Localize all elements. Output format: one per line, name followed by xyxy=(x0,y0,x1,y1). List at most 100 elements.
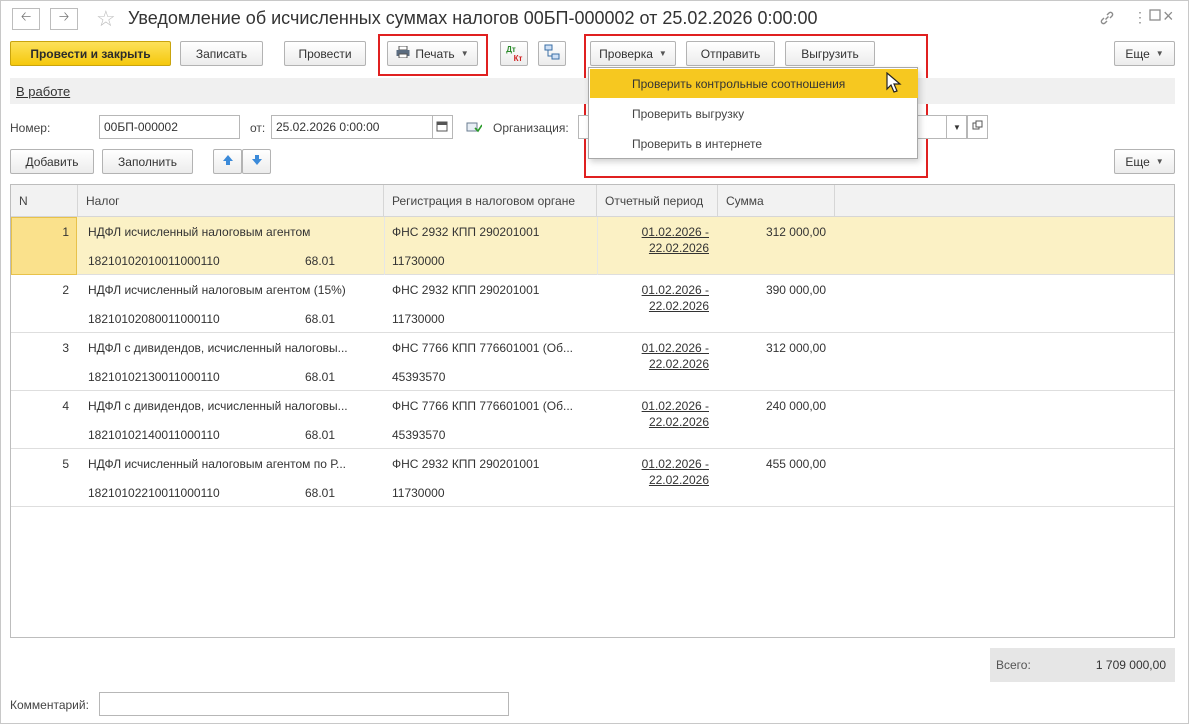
period-start[interactable]: 01.02.2026 - xyxy=(603,456,709,472)
period-start[interactable]: 01.02.2026 - xyxy=(603,398,709,414)
page-title: Уведомление об исчисленных суммах налого… xyxy=(128,8,818,28)
registration: ФНС 7766 КПП 776601001 (Об... xyxy=(392,399,573,413)
column-header-registration[interactable]: Регистрация в налоговом органе xyxy=(384,185,597,217)
period-end[interactable]: 22.02.2026 xyxy=(603,356,709,372)
account: 68.01 xyxy=(305,254,336,268)
comment-field[interactable] xyxy=(99,692,509,716)
column-header-period[interactable]: Отчетный период xyxy=(597,185,718,217)
tax-table[interactable]: N Налог Регистрация в налоговом органе О… xyxy=(10,184,1175,638)
organization-field[interactable] xyxy=(578,115,588,139)
mouse-cursor-icon xyxy=(886,71,902,97)
print-label: Печать xyxy=(415,46,455,61)
tax-name: НДФЛ с дивидендов, исчисленный налоговы.… xyxy=(88,341,348,355)
close-icon[interactable]: × xyxy=(1163,6,1174,27)
account: 68.01 xyxy=(305,486,336,500)
account: 68.01 xyxy=(305,312,336,326)
calendar-button[interactable] xyxy=(432,115,453,139)
back-button[interactable]: 🡠 xyxy=(12,8,40,30)
table-row[interactable]: 1 НДФЛ исчисленный налоговым агентом 182… xyxy=(11,217,1174,275)
row-number: 4 xyxy=(62,399,69,413)
fill-button[interactable]: Заполнить xyxy=(102,149,193,174)
table-row[interactable]: 3 НДФЛ с дивидендов, исчисленный налогов… xyxy=(11,333,1174,391)
table-row[interactable]: 2 НДФЛ исчисленный налоговым агентом (15… xyxy=(11,275,1174,333)
row-number: 2 xyxy=(62,283,69,297)
kbk: 18210102140011000110 xyxy=(88,428,220,442)
more-label: Еще xyxy=(1125,46,1150,61)
export-button[interactable]: Выгрузить xyxy=(785,41,875,66)
tax-name: НДФЛ исчисленный налоговым агентом (15%) xyxy=(88,283,346,297)
tax-name: НДФЛ исчисленный налоговым агентом xyxy=(88,225,311,239)
oktmo: 45393570 xyxy=(392,370,446,384)
post-and-close-button[interactable]: Провести и закрыть xyxy=(10,41,171,66)
move-up-button[interactable] xyxy=(213,149,242,174)
period-start[interactable]: 01.02.2026 - xyxy=(603,282,709,298)
more-button[interactable]: Еще ▼ xyxy=(1114,41,1175,66)
period-end[interactable]: 22.02.2026 xyxy=(603,414,709,430)
move-down-button[interactable] xyxy=(242,149,271,174)
organization-dropdown-button[interactable]: ▼ xyxy=(946,115,967,139)
total-value: 1 709 000,00 xyxy=(1095,658,1166,672)
chevron-down-icon: ▼ xyxy=(658,49,667,58)
table-more-button[interactable]: Еще ▼ xyxy=(1114,149,1175,174)
number-label: Номер: xyxy=(10,121,51,135)
menu-item-check-online[interactable]: Проверить в интернете xyxy=(590,129,918,158)
kbk: 18210102210011000110 xyxy=(88,486,220,500)
chevron-down-icon: ▼ xyxy=(953,122,961,132)
organization-field-end[interactable] xyxy=(917,115,947,139)
arrow-up-icon xyxy=(222,154,234,169)
date-field[interactable]: 25.02.2026 0:00:00 xyxy=(271,115,433,139)
sum: 312 000,00 xyxy=(765,225,826,239)
star-icon[interactable]: ☆ xyxy=(96,6,116,32)
arrow-down-icon xyxy=(251,154,263,169)
send-button[interactable]: Отправить xyxy=(686,41,775,66)
sum: 390 000,00 xyxy=(765,283,826,297)
maximize-icon[interactable] xyxy=(1148,8,1162,25)
check-dropdown-menu: Проверить контрольные соотношения Провер… xyxy=(588,67,918,159)
check-label: Проверка xyxy=(599,46,653,61)
dt-kt-button[interactable]: Дт Кт xyxy=(500,41,528,66)
menu-item-check-control-ratios[interactable]: Проверить контрольные соотношения xyxy=(590,69,918,98)
period-end[interactable]: 22.02.2026 xyxy=(603,298,709,314)
period-start[interactable]: 01.02.2026 - xyxy=(603,340,709,356)
table-row[interactable]: 4 НДФЛ с дивидендов, исчисленный налогов… xyxy=(11,391,1174,449)
structure-button[interactable] xyxy=(538,41,566,66)
more-vertical-icon[interactable]: ⋮ xyxy=(1133,9,1147,26)
forward-button[interactable]: 🡢 xyxy=(50,8,78,30)
kbk: 18210102080011000110 xyxy=(88,312,220,326)
oktmo: 11730000 xyxy=(392,312,445,326)
account: 68.01 xyxy=(305,370,336,384)
open-organization-button[interactable] xyxy=(967,115,988,139)
link-icon[interactable] xyxy=(1099,10,1115,29)
table-more-label: Еще xyxy=(1125,154,1150,169)
add-row-button[interactable]: Добавить xyxy=(10,149,94,174)
registration: ФНС 2932 КПП 290201001 xyxy=(392,225,540,239)
tax-name: НДФЛ с дивидендов, исчисленный налоговы.… xyxy=(88,399,348,413)
table-row[interactable]: 5 НДФЛ исчисленный налоговым агентом по … xyxy=(11,449,1174,507)
chevron-down-icon: ▼ xyxy=(460,49,469,58)
sum: 455 000,00 xyxy=(765,457,826,471)
kbk: 18210102130011000110 xyxy=(88,370,220,384)
account: 68.01 xyxy=(305,428,336,442)
period-end[interactable]: 22.02.2026 xyxy=(603,472,709,488)
period-start[interactable]: 01.02.2026 - xyxy=(603,224,709,240)
sum: 240 000,00 xyxy=(765,399,826,413)
arrow-left-icon: 🡠 xyxy=(20,9,32,24)
date-label: от: xyxy=(250,121,266,135)
total-label: Всего: xyxy=(996,658,1031,672)
check-button[interactable]: Проверка ▼ xyxy=(590,41,676,66)
post-button[interactable]: Провести xyxy=(284,41,366,66)
column-header-n[interactable]: N xyxy=(11,185,78,217)
save-button[interactable]: Записать xyxy=(180,41,263,66)
hierarchy-icon xyxy=(544,44,560,63)
status-link[interactable]: В работе xyxy=(16,84,70,99)
number-field[interactable]: 00БП-000002 xyxy=(99,115,240,139)
registration: ФНС 7766 КПП 776601001 (Об... xyxy=(392,341,573,355)
row-number: 1 xyxy=(62,225,69,239)
kbk: 18210102010011000110 xyxy=(88,254,220,268)
column-header-tax[interactable]: Налог xyxy=(78,185,384,217)
kt-label: Кт xyxy=(513,53,523,63)
print-button[interactable]: Печать ▼ xyxy=(387,41,478,66)
menu-item-check-export[interactable]: Проверить выгрузку xyxy=(590,99,918,128)
column-header-sum[interactable]: Сумма xyxy=(718,185,835,217)
period-end[interactable]: 22.02.2026 xyxy=(603,240,709,256)
